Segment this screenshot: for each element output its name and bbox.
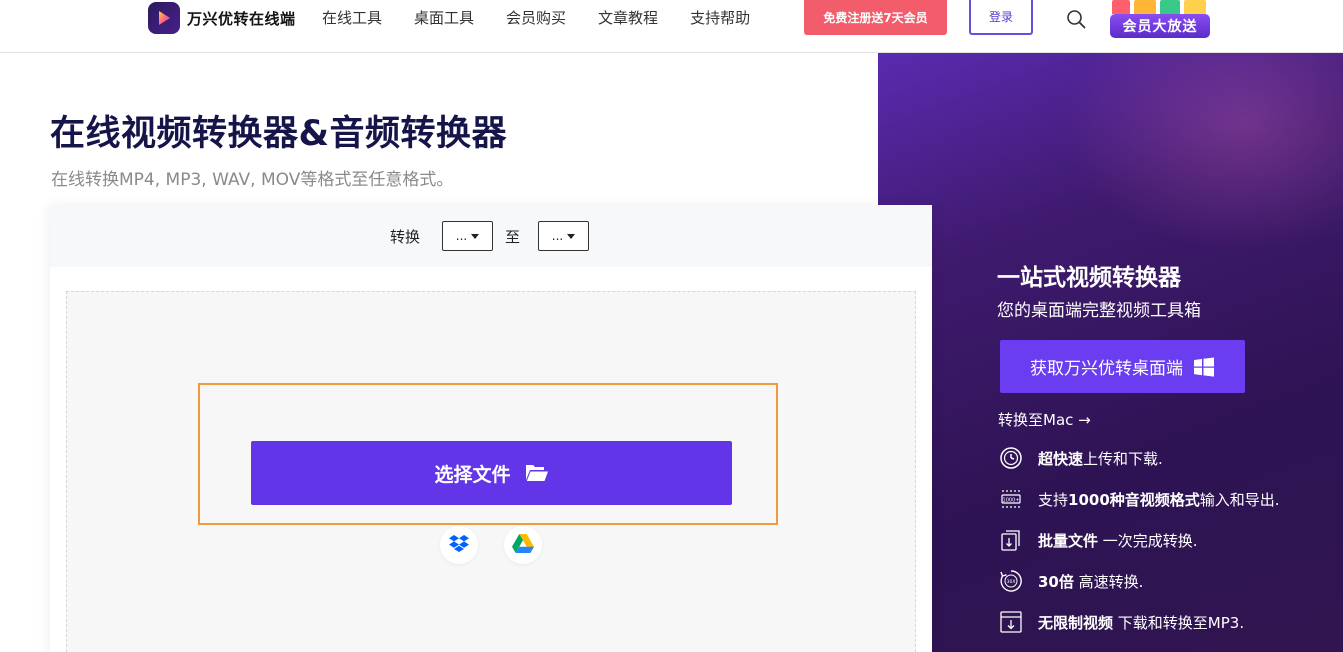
main-nav: 在线工具 桌面工具 会员购买 文章教程 支持帮助	[322, 8, 782, 28]
gift-icon	[1160, 0, 1180, 14]
feature-prefix: 支持	[1038, 490, 1069, 509]
gift-icon	[1184, 0, 1206, 14]
to-label: 至	[505, 228, 521, 246]
desktop-promo-panel: 一站式视频转换器 您的桌面端完整视频工具箱 获取万兴优转桌面端 转换至Mac →…	[878, 53, 1343, 652]
feature-text: 30倍 高速转换.	[1038, 571, 1143, 592]
search-icon[interactable]	[1066, 9, 1086, 29]
converter-card: 转换 ... 至 ... 选择文件	[50, 205, 932, 652]
feature-text: 支持1000种音视频格式输入和导出.	[1038, 489, 1280, 510]
nav-desktop-tools[interactable]: 桌面工具	[414, 8, 474, 28]
feature-bold: 批量文件	[1038, 531, 1099, 550]
speed-icon: 30X	[998, 568, 1024, 594]
file-drop-zone[interactable]: 选择文件	[66, 291, 916, 652]
panel-subtitle: 您的桌面端完整视频工具箱	[997, 301, 1201, 321]
feature-rest: 一次完成转换.	[1098, 531, 1198, 550]
panel-glow	[1063, 53, 1343, 253]
windows-icon	[1193, 356, 1215, 378]
google-drive-button[interactable]	[504, 526, 542, 564]
nav-tutorials[interactable]: 文章教程	[598, 8, 658, 28]
feature-text: 无限制视频 下载和转换至MP3.	[1038, 612, 1244, 633]
feature-rest: 下载和转换至MP3.	[1113, 613, 1245, 632]
nav-support[interactable]: 支持帮助	[690, 8, 750, 28]
login-button[interactable]: 登录	[969, 0, 1033, 35]
folder-icon	[525, 463, 549, 483]
format-toolbar: 转换 ... 至 ...	[50, 205, 932, 267]
promo-label: 会员大放送	[1110, 14, 1210, 38]
panel-title: 一站式视频转换器	[997, 265, 1181, 291]
dropbox-icon	[449, 534, 469, 556]
target-format-select[interactable]: ...	[538, 221, 589, 251]
register-button[interactable]: 免费注册送7天会员	[804, 0, 947, 35]
formats-icon: 1000+	[998, 486, 1024, 512]
download-video-icon	[998, 609, 1024, 635]
feature-text: 批量文件 一次完成转换.	[1038, 530, 1198, 551]
source-format-value: ...	[455, 229, 468, 243]
batch-files-icon	[998, 527, 1024, 553]
gift-icon	[1134, 0, 1156, 14]
choose-file-button[interactable]: 选择文件	[251, 441, 732, 505]
feature-bold: 无限制视频	[1038, 613, 1114, 632]
svg-text:1000+: 1000+	[1003, 498, 1020, 504]
dropbox-button[interactable]	[440, 526, 478, 564]
feature-text: 超快速上传和下载.	[1038, 448, 1163, 469]
gift-icon	[1112, 0, 1130, 14]
brand-name: 万兴优转在线端	[187, 9, 296, 28]
convert-to-mac-link[interactable]: 转换至Mac →	[998, 409, 1091, 430]
feature-unlimited: 无限制视频 下载和转换至MP3.	[998, 608, 1244, 636]
target-format-value: ...	[551, 229, 564, 243]
google-drive-icon	[512, 533, 534, 557]
page-subtitle: 在线转换MP4, MP3, WAV, MOV等格式至任意格式。	[51, 170, 454, 190]
feature-formats: 1000+ 支持1000种音视频格式输入和导出.	[998, 485, 1280, 513]
chevron-down-icon	[567, 233, 576, 239]
feature-fast: 超快速上传和下载.	[998, 444, 1163, 472]
promo-banner[interactable]: 会员大放送	[1104, 0, 1212, 40]
brand-logo-icon	[148, 2, 180, 34]
feature-bold: 30倍	[1038, 572, 1074, 591]
nav-membership[interactable]: 会员购买	[506, 8, 566, 28]
feature-speed: 30X 30倍 高速转换.	[998, 567, 1143, 595]
convert-label: 转换	[390, 228, 421, 246]
source-format-select[interactable]: ...	[442, 221, 493, 251]
get-desktop-label: 获取万兴优转桌面端	[1030, 359, 1183, 379]
choose-file-label: 选择文件	[434, 463, 511, 486]
feature-rest: 上传和下载.	[1083, 449, 1163, 468]
feature-rest: 输入和导出.	[1199, 490, 1280, 509]
feature-bold: 1000种音视频格式	[1068, 490, 1200, 509]
chevron-down-icon	[471, 233, 480, 239]
get-desktop-button[interactable]: 获取万兴优转桌面端	[1000, 340, 1245, 393]
stopwatch-icon	[998, 445, 1024, 471]
nav-online-tools[interactable]: 在线工具	[322, 8, 382, 28]
feature-batch: 批量文件 一次完成转换.	[998, 526, 1198, 554]
top-header: 万兴优转在线端 在线工具 桌面工具 会员购买 文章教程 支持帮助 免费注册送7天…	[0, 0, 1343, 53]
brand[interactable]: 万兴优转在线端	[148, 2, 296, 34]
svg-text:30X: 30X	[1007, 579, 1016, 585]
feature-rest: 高速转换.	[1073, 572, 1144, 591]
page-title: 在线视频转换器&音频转换器	[50, 114, 508, 154]
feature-bold: 超快速	[1038, 449, 1084, 468]
